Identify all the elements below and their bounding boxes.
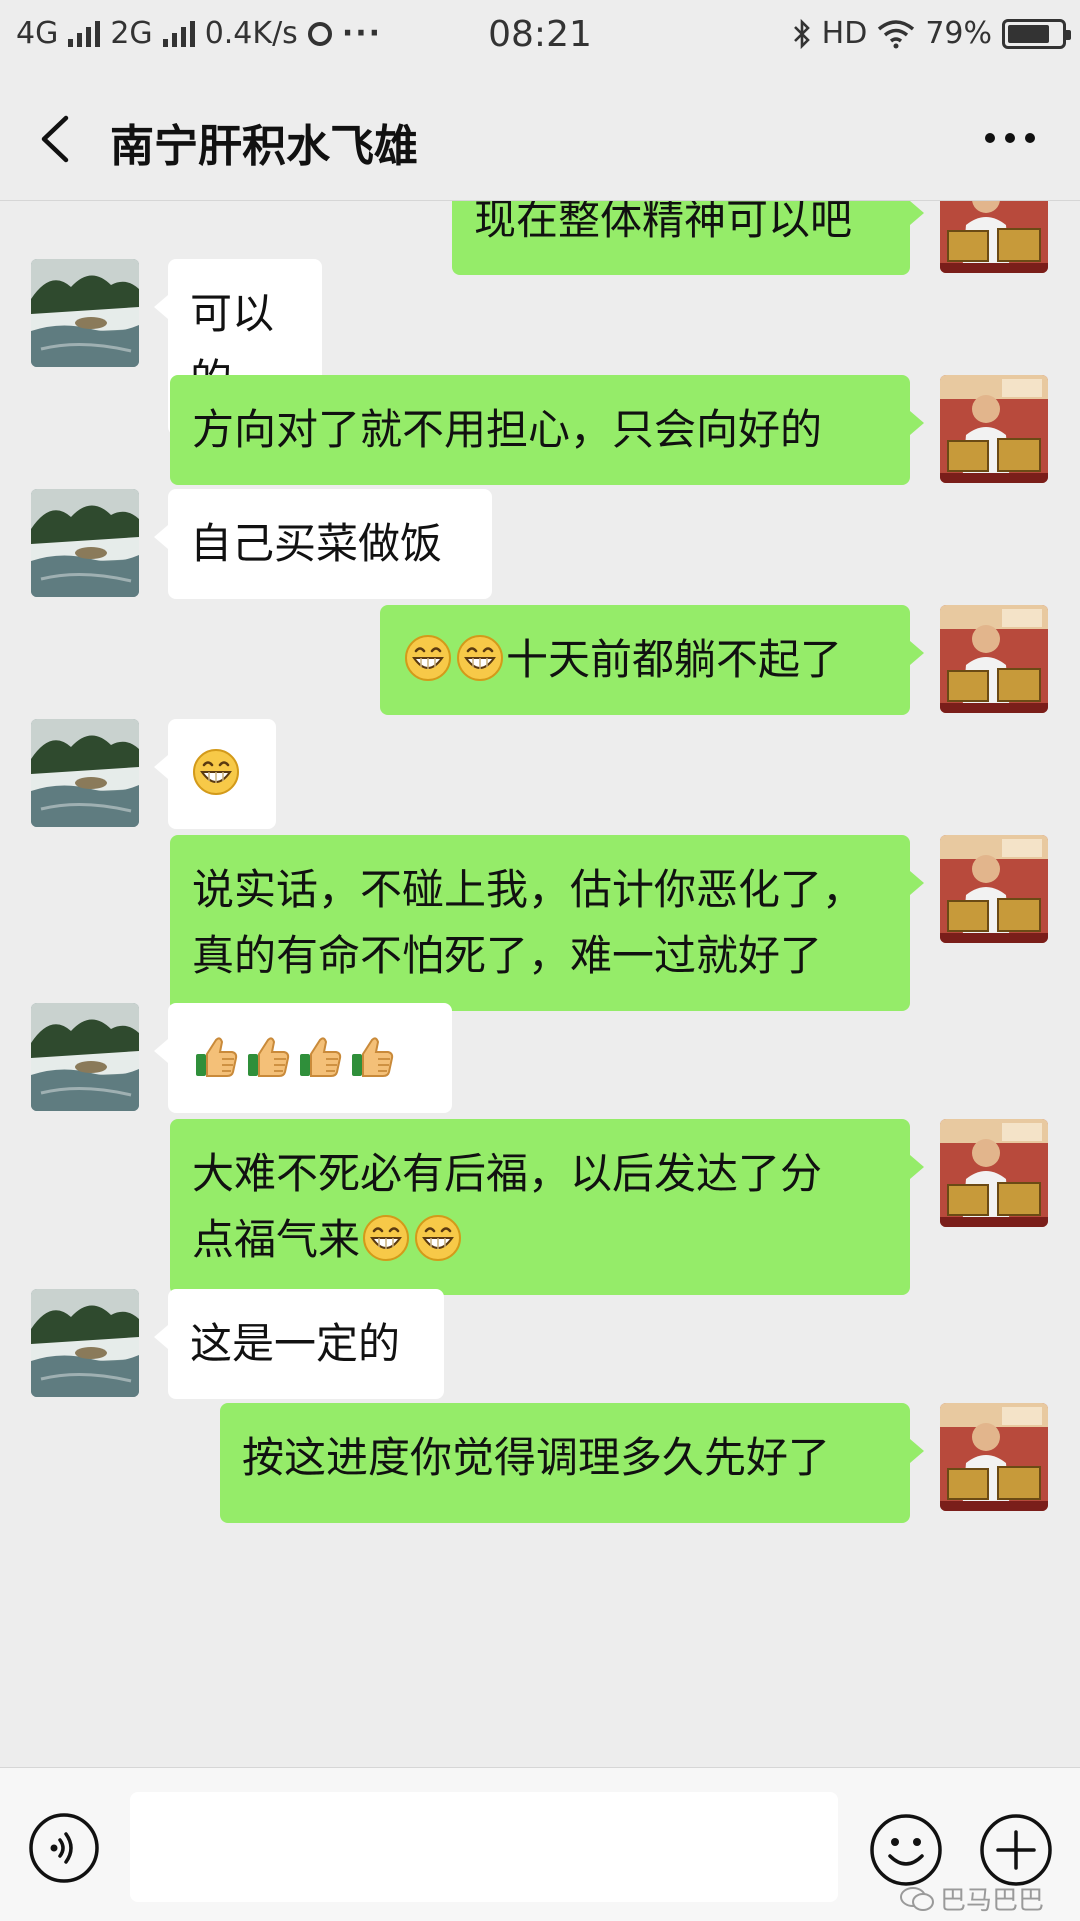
message-text: 现在整体精神可以吧 (474, 201, 853, 244)
message-bubble[interactable]: 按这进度你觉得调理多久先好了 (220, 1403, 924, 1523)
battery-icon (1002, 18, 1071, 49)
grin-emoji (456, 634, 504, 682)
my-avatar[interactable] (940, 1119, 1048, 1227)
grin-emoji (404, 634, 452, 682)
voice-input-icon[interactable] (28, 1812, 100, 1884)
thumbs-up-emoji (192, 1032, 240, 1080)
wifi-icon (878, 19, 915, 48)
chat-header: 南宁肝积水飞雄 (0, 76, 1080, 201)
message-text: 方向对了就不用担心，只会向好的 (192, 405, 823, 454)
message-text: 自己买菜做饭 (190, 519, 443, 568)
thumbs-up-emoji (244, 1032, 292, 1080)
message-row-incoming (0, 1003, 1080, 1113)
message-row-outgoing: 方向对了就不用担心，只会向好的 (0, 375, 1080, 485)
message-bubble[interactable]: 十天前都躺不起了 (380, 605, 924, 715)
message-text: 按这进度你觉得调理多久先好了 (242, 1433, 831, 1482)
grin-emoji (362, 1214, 410, 1262)
message-bubble[interactable]: 自己买菜做饭 (154, 489, 492, 599)
plus-icon[interactable] (978, 1812, 1054, 1888)
message-list[interactable]: 现在整体精神可以吧可以的方向对了就不用担心，只会向好的自己买菜做饭十天前都躺不起… (0, 201, 1080, 1767)
input-bar: 巴马巴巴 (0, 1767, 1080, 1921)
back-arrow-icon[interactable] (34, 114, 80, 164)
message-bubble[interactable]: 这是一定的 (154, 1289, 444, 1399)
message-text: 说实话，不碰上我，估计你恶化了， 真的有命不怕死了，难一过就好了 (192, 865, 865, 980)
watermark: 巴马巴巴 (899, 1880, 1044, 1917)
contact-avatar[interactable] (31, 1289, 139, 1397)
message-bubble[interactable]: 说实话，不碰上我，估计你恶化了， 真的有命不怕死了，难一过就好了 (170, 835, 924, 1011)
my-avatar[interactable] (940, 605, 1048, 713)
message-bubble[interactable] (154, 1003, 452, 1113)
message-bubble[interactable]: 方向对了就不用担心，只会向好的 (170, 375, 924, 485)
message-row-outgoing: 十天前都躺不起了 (0, 605, 1080, 715)
wechat-logo-icon (899, 1886, 934, 1911)
hd-indicator: HD (821, 16, 868, 51)
grin-emoji (192, 748, 240, 796)
grin-emoji (414, 1214, 462, 1262)
thumbs-up-emoji (296, 1032, 344, 1080)
my-avatar[interactable] (940, 835, 1048, 943)
bluetooth-icon (793, 18, 810, 49)
contact-avatar[interactable] (31, 1003, 139, 1111)
message-bubble[interactable]: 大难不死必有后福，以后发达了分 点福气来 (170, 1119, 924, 1295)
contact-avatar[interactable] (31, 719, 139, 827)
thumbs-up-emoji (348, 1032, 396, 1080)
message-text: 这是一定的 (190, 1319, 401, 1368)
message-bubble[interactable] (154, 719, 276, 829)
message-row-incoming: 这是一定的 (0, 1289, 1080, 1399)
my-avatar[interactable] (940, 1403, 1048, 1511)
status-bar-right: HD 79% (792, 16, 1071, 51)
message-row-incoming: 自己买菜做饭 (0, 489, 1080, 599)
message-input[interactable] (130, 1792, 838, 1902)
message-row-outgoing: 大难不死必有后福，以后发达了分 点福气来 (0, 1119, 1080, 1295)
status-bar: 4G 2G 0.4K/s ··· 08:21 HD 79% (0, 0, 1080, 76)
watermark-text: 巴马巴巴 (939, 1886, 1044, 1916)
message-text: 大难不死必有后福，以后发达了分 点福气来 (192, 1149, 823, 1264)
message-row-outgoing: 说实话，不碰上我，估计你恶化了， 真的有命不怕死了，难一过就好了 (0, 835, 1080, 1011)
chat-title: 南宁肝积水飞雄 (110, 121, 418, 172)
contact-avatar[interactable] (31, 489, 139, 597)
more-options-icon[interactable] (980, 118, 1040, 158)
emoji-icon[interactable] (868, 1812, 944, 1888)
message-row-incoming (0, 719, 1080, 829)
my-avatar[interactable] (940, 375, 1048, 483)
message-text: 十天前都躺不起了 (506, 635, 843, 684)
message-row-outgoing: 按这进度你觉得调理多久先好了 (0, 1403, 1080, 1523)
message-row-incoming: 可以的 (0, 259, 1080, 435)
battery-percent: 79% (925, 16, 992, 51)
contact-avatar[interactable] (31, 259, 139, 367)
